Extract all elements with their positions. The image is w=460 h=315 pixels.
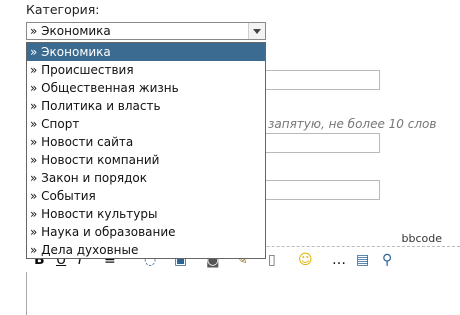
text-input-3[interactable] xyxy=(262,180,380,200)
dropdown-option[interactable]: » Политика и власть xyxy=(27,97,265,115)
dropdown-option[interactable]: » Новости сайта xyxy=(27,133,265,151)
dropdown-option[interactable]: » События xyxy=(27,187,265,205)
smiley-icon[interactable]: ☺ xyxy=(298,252,313,268)
category-label: Категория: xyxy=(26,2,100,17)
category-select[interactable]: » Экономика xyxy=(26,22,266,40)
dropdown-option[interactable]: » Новости компаний xyxy=(27,151,265,169)
document-icon[interactable]: ▯ xyxy=(268,252,276,268)
editor-mode-label: bbcode xyxy=(401,232,443,245)
more-icon[interactable]: … xyxy=(332,252,346,268)
keywords-hint: запятую, не более 10 слов xyxy=(268,117,437,131)
dropdown-option[interactable]: » Новости культуры xyxy=(27,205,265,223)
dropdown-option[interactable]: » Спорт xyxy=(27,115,265,133)
dropdown-option[interactable]: » Экономика xyxy=(27,43,265,61)
dropdown-option[interactable]: » Происшествия xyxy=(27,61,265,79)
editor-textarea[interactable] xyxy=(26,272,460,315)
dropdown-option[interactable]: » Дела духовные xyxy=(27,241,265,259)
dropdown-option[interactable]: » Наука и образование xyxy=(27,223,265,241)
dropdown-option[interactable]: » Общественная жизнь xyxy=(27,79,265,97)
chevron-down-icon[interactable] xyxy=(248,23,265,39)
text-input-1[interactable] xyxy=(262,70,380,90)
search-icon[interactable]: ⚲ xyxy=(382,252,392,268)
page-icon[interactable]: ▤ xyxy=(356,252,369,268)
category-dropdown-list[interactable]: » Экономика» Происшествия» Общественная … xyxy=(26,42,266,259)
keywords-input[interactable] xyxy=(262,133,380,153)
dropdown-option[interactable]: » Закон и порядок xyxy=(27,169,265,187)
category-select-value: » Экономика xyxy=(30,24,111,38)
